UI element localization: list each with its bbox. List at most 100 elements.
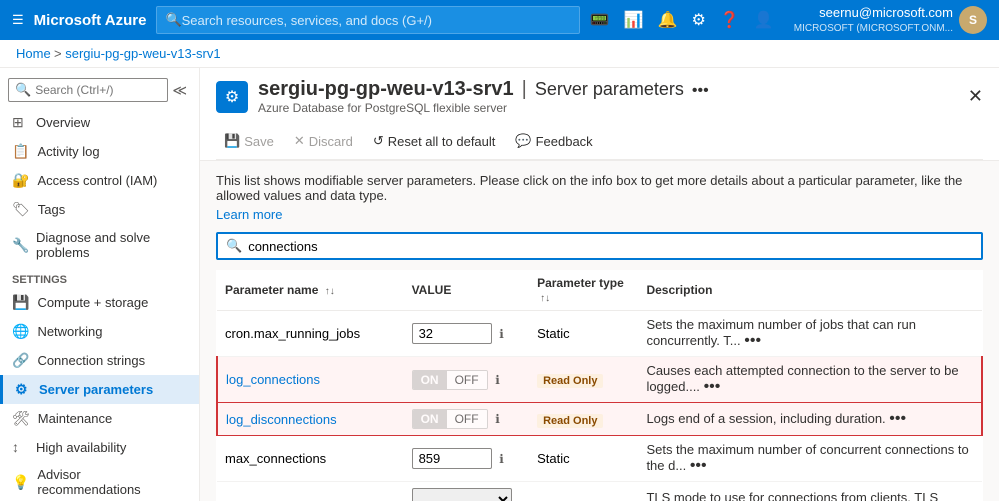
hamburger-icon[interactable]: ☰	[12, 12, 24, 28]
param-name: max_connections	[225, 451, 326, 466]
sidebar-label-server-parameters: Server parameters	[39, 382, 153, 397]
page-icon: ⚙	[216, 81, 248, 113]
type-sort-icon[interactable]: ↑↓	[540, 293, 550, 304]
info-icon[interactable]: ℹ	[495, 412, 500, 426]
param-toggle-disabled[interactable]: ON OFF	[412, 370, 488, 390]
user-tenant: MICROSOFT (MICROSOFT.ONM...	[794, 22, 953, 35]
row-more-options[interactable]: •••	[889, 410, 906, 427]
feedback-icon[interactable]: 👤	[754, 10, 774, 30]
sidebar-label-networking: Networking	[37, 324, 102, 339]
diagnose-icon: 🔧	[12, 237, 28, 254]
advisor-icon: 💡	[12, 474, 29, 491]
user-profile[interactable]: seernu@microsoft.com MICROSOFT (MICROSOF…	[794, 5, 987, 35]
discard-button[interactable]: ✕ Discard	[286, 129, 361, 153]
feedback-label: Feedback	[536, 134, 593, 149]
param-type-badge: Read Only	[537, 414, 603, 428]
param-name: cron.max_running_jobs	[225, 326, 360, 341]
param-search-box[interactable]: 🔍	[216, 232, 983, 260]
brand-label: Microsoft Azure	[34, 12, 147, 29]
sidebar-item-overview[interactable]: ⊞ Overview	[0, 108, 199, 137]
breadcrumb-resource[interactable]: sergiu-pg-gp-weu-v13-srv1	[65, 46, 220, 61]
sidebar-item-networking[interactable]: 🌐 Networking	[0, 317, 199, 346]
close-button[interactable]: ✕	[968, 86, 983, 107]
directory-icon[interactable]: 📊	[624, 10, 644, 30]
reset-button[interactable]: ↺ Reset all to default	[365, 129, 504, 153]
search-icon: 🔍	[165, 12, 181, 28]
help-icon[interactable]: ❓	[720, 10, 740, 30]
param-description: Sets the maximum number of jobs that can…	[646, 317, 916, 348]
sidebar-collapse-button[interactable]: ≪	[168, 82, 191, 99]
sidebar-label-access-control: Access control (IAM)	[37, 173, 157, 188]
toggle-off-option[interactable]: OFF	[447, 371, 487, 389]
breadcrumb-home[interactable]: Home	[16, 46, 51, 61]
connection-strings-icon: 🔗	[12, 352, 29, 369]
tags-icon: 🏷	[12, 201, 30, 218]
discard-icon: ✕	[294, 133, 305, 149]
row-more-options[interactable]: •••	[744, 332, 761, 349]
sidebar-item-server-parameters[interactable]: ⚙ Server parameters	[0, 375, 199, 404]
info-text: This list shows modifiable server parame…	[216, 173, 983, 203]
learn-more-link[interactable]: Learn more	[216, 207, 282, 222]
param-type: Static	[537, 451, 570, 466]
sidebar-item-maintenance[interactable]: 🛠 Maintenance	[0, 404, 199, 433]
name-sort-icon[interactable]: ↑↓	[325, 286, 335, 297]
param-value-input[interactable]	[412, 323, 492, 344]
user-email: seernu@microsoft.com	[794, 5, 953, 22]
row-more-options[interactable]: •••	[690, 457, 707, 474]
activity-log-icon: 📋	[12, 143, 29, 160]
user-avatar[interactable]: S	[959, 6, 987, 34]
compute-icon: 💾	[12, 294, 29, 311]
sidebar-label-compute: Compute + storage	[37, 295, 148, 310]
sidebar-item-advisor[interactable]: 💡 Advisor recommendations	[0, 461, 199, 501]
sidebar-item-activity-log[interactable]: 📋 Activity log	[0, 137, 199, 166]
overview-icon: ⊞	[12, 114, 28, 131]
settings-icon[interactable]: ⚙	[692, 10, 706, 30]
param-name-link[interactable]: log_connections	[226, 372, 320, 387]
sidebar-search[interactable]: 🔍	[8, 78, 168, 102]
sidebar-label-activity-log: Activity log	[37, 144, 99, 159]
page-type: Server parameters	[535, 79, 684, 100]
save-icon: 💾	[224, 133, 240, 149]
param-name-link[interactable]: log_disconnections	[226, 412, 337, 427]
info-icon[interactable]: ℹ	[499, 327, 504, 341]
row-more-options[interactable]: •••	[704, 378, 721, 395]
param-search-input[interactable]	[248, 239, 973, 254]
table-row: max_connections ℹStaticSets the maximum …	[217, 436, 982, 482]
notifications-icon[interactable]: 🔔	[658, 10, 678, 30]
toggle-on-option[interactable]: ON	[413, 410, 447, 428]
more-icon[interactable]: •••	[692, 82, 709, 100]
settings-section-label: Settings	[0, 266, 199, 288]
sidebar-item-diagnose[interactable]: 🔧 Diagnose and solve problems	[0, 224, 199, 266]
user-info: seernu@microsoft.com MICROSOFT (MICROSOF…	[794, 5, 953, 35]
table-row: log_connections ON OFF ℹRead OnlyCauses …	[217, 357, 982, 403]
save-button[interactable]: 💾 Save	[216, 129, 282, 153]
info-icon[interactable]: ℹ	[495, 373, 500, 387]
feedback-button[interactable]: 💬 Feedback	[507, 129, 600, 153]
param-value-input[interactable]	[412, 448, 492, 469]
top-navigation: ☰ Microsoft Azure 🔍 📟 📊 🔔 ⚙ ❓ 👤 seernu@m…	[0, 0, 999, 40]
toggle-off-option[interactable]: OFF	[447, 410, 487, 428]
feedback-icon: 💬	[515, 133, 531, 149]
global-search[interactable]: 🔍	[156, 6, 579, 34]
nav-icons: 📟 📊 🔔 ⚙ ❓ 👤 seernu@microsoft.com MICROSO…	[590, 5, 987, 35]
param-description: Logs end of a session, including duratio…	[646, 411, 885, 426]
page-title-actions: ✕	[968, 86, 983, 107]
sidebar-item-connection-strings[interactable]: 🔗 Connection strings	[0, 346, 199, 375]
global-search-input[interactable]	[182, 13, 571, 28]
param-toggle-disabled[interactable]: ON OFF	[412, 409, 488, 429]
sidebar-item-tags[interactable]: 🏷 Tags	[0, 195, 199, 224]
sidebar-search-input[interactable]	[35, 83, 161, 97]
sidebar-item-access-control[interactable]: 🔐 Access control (IAM)	[0, 166, 199, 195]
cloud-shell-icon[interactable]: 📟	[590, 10, 610, 30]
sidebar-label-connection-strings: Connection strings	[37, 353, 145, 368]
title-separator: |	[522, 78, 527, 101]
page-title-row: ⚙ sergiu-pg-gp-weu-v13-srv1 | Server par…	[216, 78, 983, 115]
toggle-on-option[interactable]: ON	[413, 371, 447, 389]
breadcrumb: Home > sergiu-pg-gp-weu-v13-srv1	[0, 40, 999, 68]
sidebar-item-compute[interactable]: 💾 Compute + storage	[0, 288, 199, 317]
sidebar-label-overview: Overview	[36, 115, 90, 130]
sidebar-item-high-availability[interactable]: ↕ High availability	[0, 433, 199, 461]
info-icon[interactable]: ℹ	[499, 452, 504, 466]
param-select[interactable]	[412, 488, 512, 501]
sidebar-label-high-availability: High availability	[36, 440, 126, 455]
